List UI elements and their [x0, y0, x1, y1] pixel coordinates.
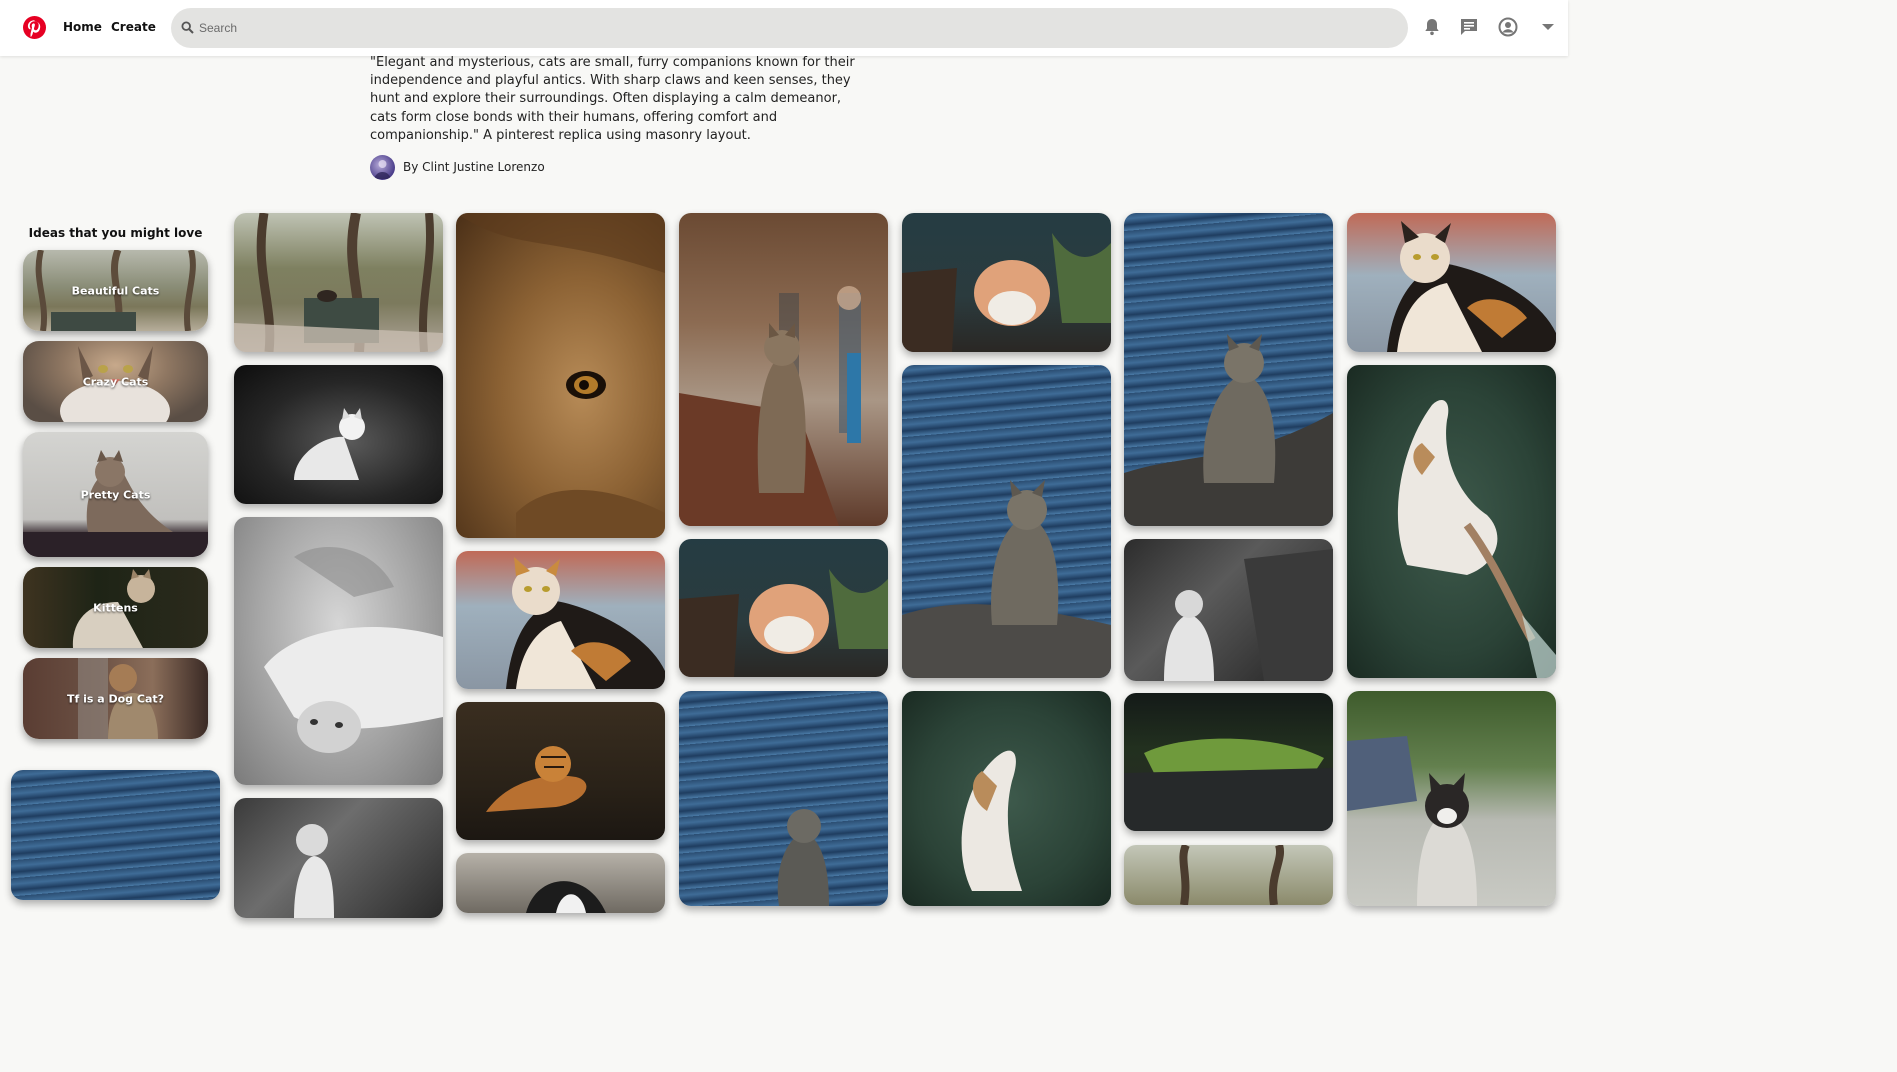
idea-label: Tf is a Dog Cat?: [66, 692, 165, 705]
pin-image[interactable]: [234, 213, 443, 352]
pin-image[interactable]: [456, 853, 665, 913]
idea-label: Pretty Cats: [80, 488, 151, 501]
pin-image[interactable]: [456, 213, 665, 538]
search-bar[interactable]: [171, 8, 1408, 48]
photo: [902, 233, 1111, 352]
pin-image[interactable]: [902, 213, 1111, 352]
photo: [506, 557, 665, 689]
idea-card-kittens[interactable]: Kittens: [23, 567, 208, 648]
photo: [234, 213, 443, 352]
pin-image[interactable]: [234, 365, 443, 504]
photo: [1164, 549, 1333, 681]
photo: [777, 809, 829, 906]
avatar[interactable]: [370, 155, 395, 180]
nav-home-link[interactable]: Home: [63, 20, 102, 34]
pin-image[interactable]: [1347, 213, 1556, 352]
pin-image[interactable]: [1347, 365, 1556, 678]
photo: [486, 746, 587, 812]
pin-image[interactable]: [679, 691, 888, 906]
chevron-down-icon[interactable]: [1537, 16, 1559, 38]
photo: [961, 750, 1022, 891]
pin-image[interactable]: [902, 365, 1111, 678]
photo: [1124, 334, 1333, 526]
idea-label: Beautiful Cats: [71, 284, 160, 297]
photo: [1347, 736, 1477, 906]
bell-icon[interactable]: [1421, 16, 1443, 38]
pinterest-logo-icon[interactable]: [23, 16, 46, 39]
author-name[interactable]: By Clint Justine Lorenzo: [403, 160, 545, 174]
idea-label: Kittens: [93, 601, 138, 614]
pin-image[interactable]: [679, 539, 888, 677]
photo: [456, 213, 665, 538]
board-description: "Elegant and mysterious, cats are small,…: [370, 55, 855, 143]
pin-image[interactable]: [902, 691, 1111, 906]
photo: [679, 286, 861, 526]
pin-image[interactable]: [1124, 539, 1333, 681]
pin-image[interactable]: [1347, 691, 1556, 906]
ideas-title: Ideas that you might love: [28, 226, 203, 240]
photo: [1179, 845, 1284, 905]
idea-card-dog-cat[interactable]: Tf is a Dog Cat?: [23, 658, 208, 739]
photo: [1387, 221, 1556, 352]
top-navigation-bar: Home Create: [0, 0, 1568, 56]
pin-image[interactable]: [679, 213, 888, 526]
search-icon: [181, 21, 194, 34]
pin-image[interactable]: [1124, 845, 1333, 905]
photo: [902, 480, 1111, 678]
account-icon[interactable]: [1497, 16, 1519, 38]
photo: [679, 569, 888, 677]
pin-image[interactable]: [1124, 213, 1333, 526]
search-input[interactable]: [199, 18, 1379, 38]
pin-image[interactable]: [456, 702, 665, 840]
photo: [294, 408, 365, 480]
photo: [264, 547, 443, 753]
pin-image[interactable]: [234, 517, 443, 785]
photo: [526, 881, 606, 913]
photo: [1124, 738, 1333, 831]
pin-image[interactable]: [11, 770, 220, 900]
idea-card-crazy-cats[interactable]: Crazy Cats: [23, 341, 208, 422]
pin-image[interactable]: [1124, 693, 1333, 831]
chat-icon[interactable]: [1458, 16, 1480, 38]
nav-create-link[interactable]: Create: [111, 20, 156, 34]
photo: [1397, 400, 1556, 678]
pin-image[interactable]: [456, 551, 665, 689]
idea-card-beautiful-cats[interactable]: Beautiful Cats: [23, 250, 208, 331]
photo: [294, 824, 334, 918]
idea-card-pretty-cats[interactable]: Pretty Cats: [23, 432, 208, 557]
idea-label: Crazy Cats: [82, 375, 149, 388]
pin-image[interactable]: [234, 798, 443, 918]
